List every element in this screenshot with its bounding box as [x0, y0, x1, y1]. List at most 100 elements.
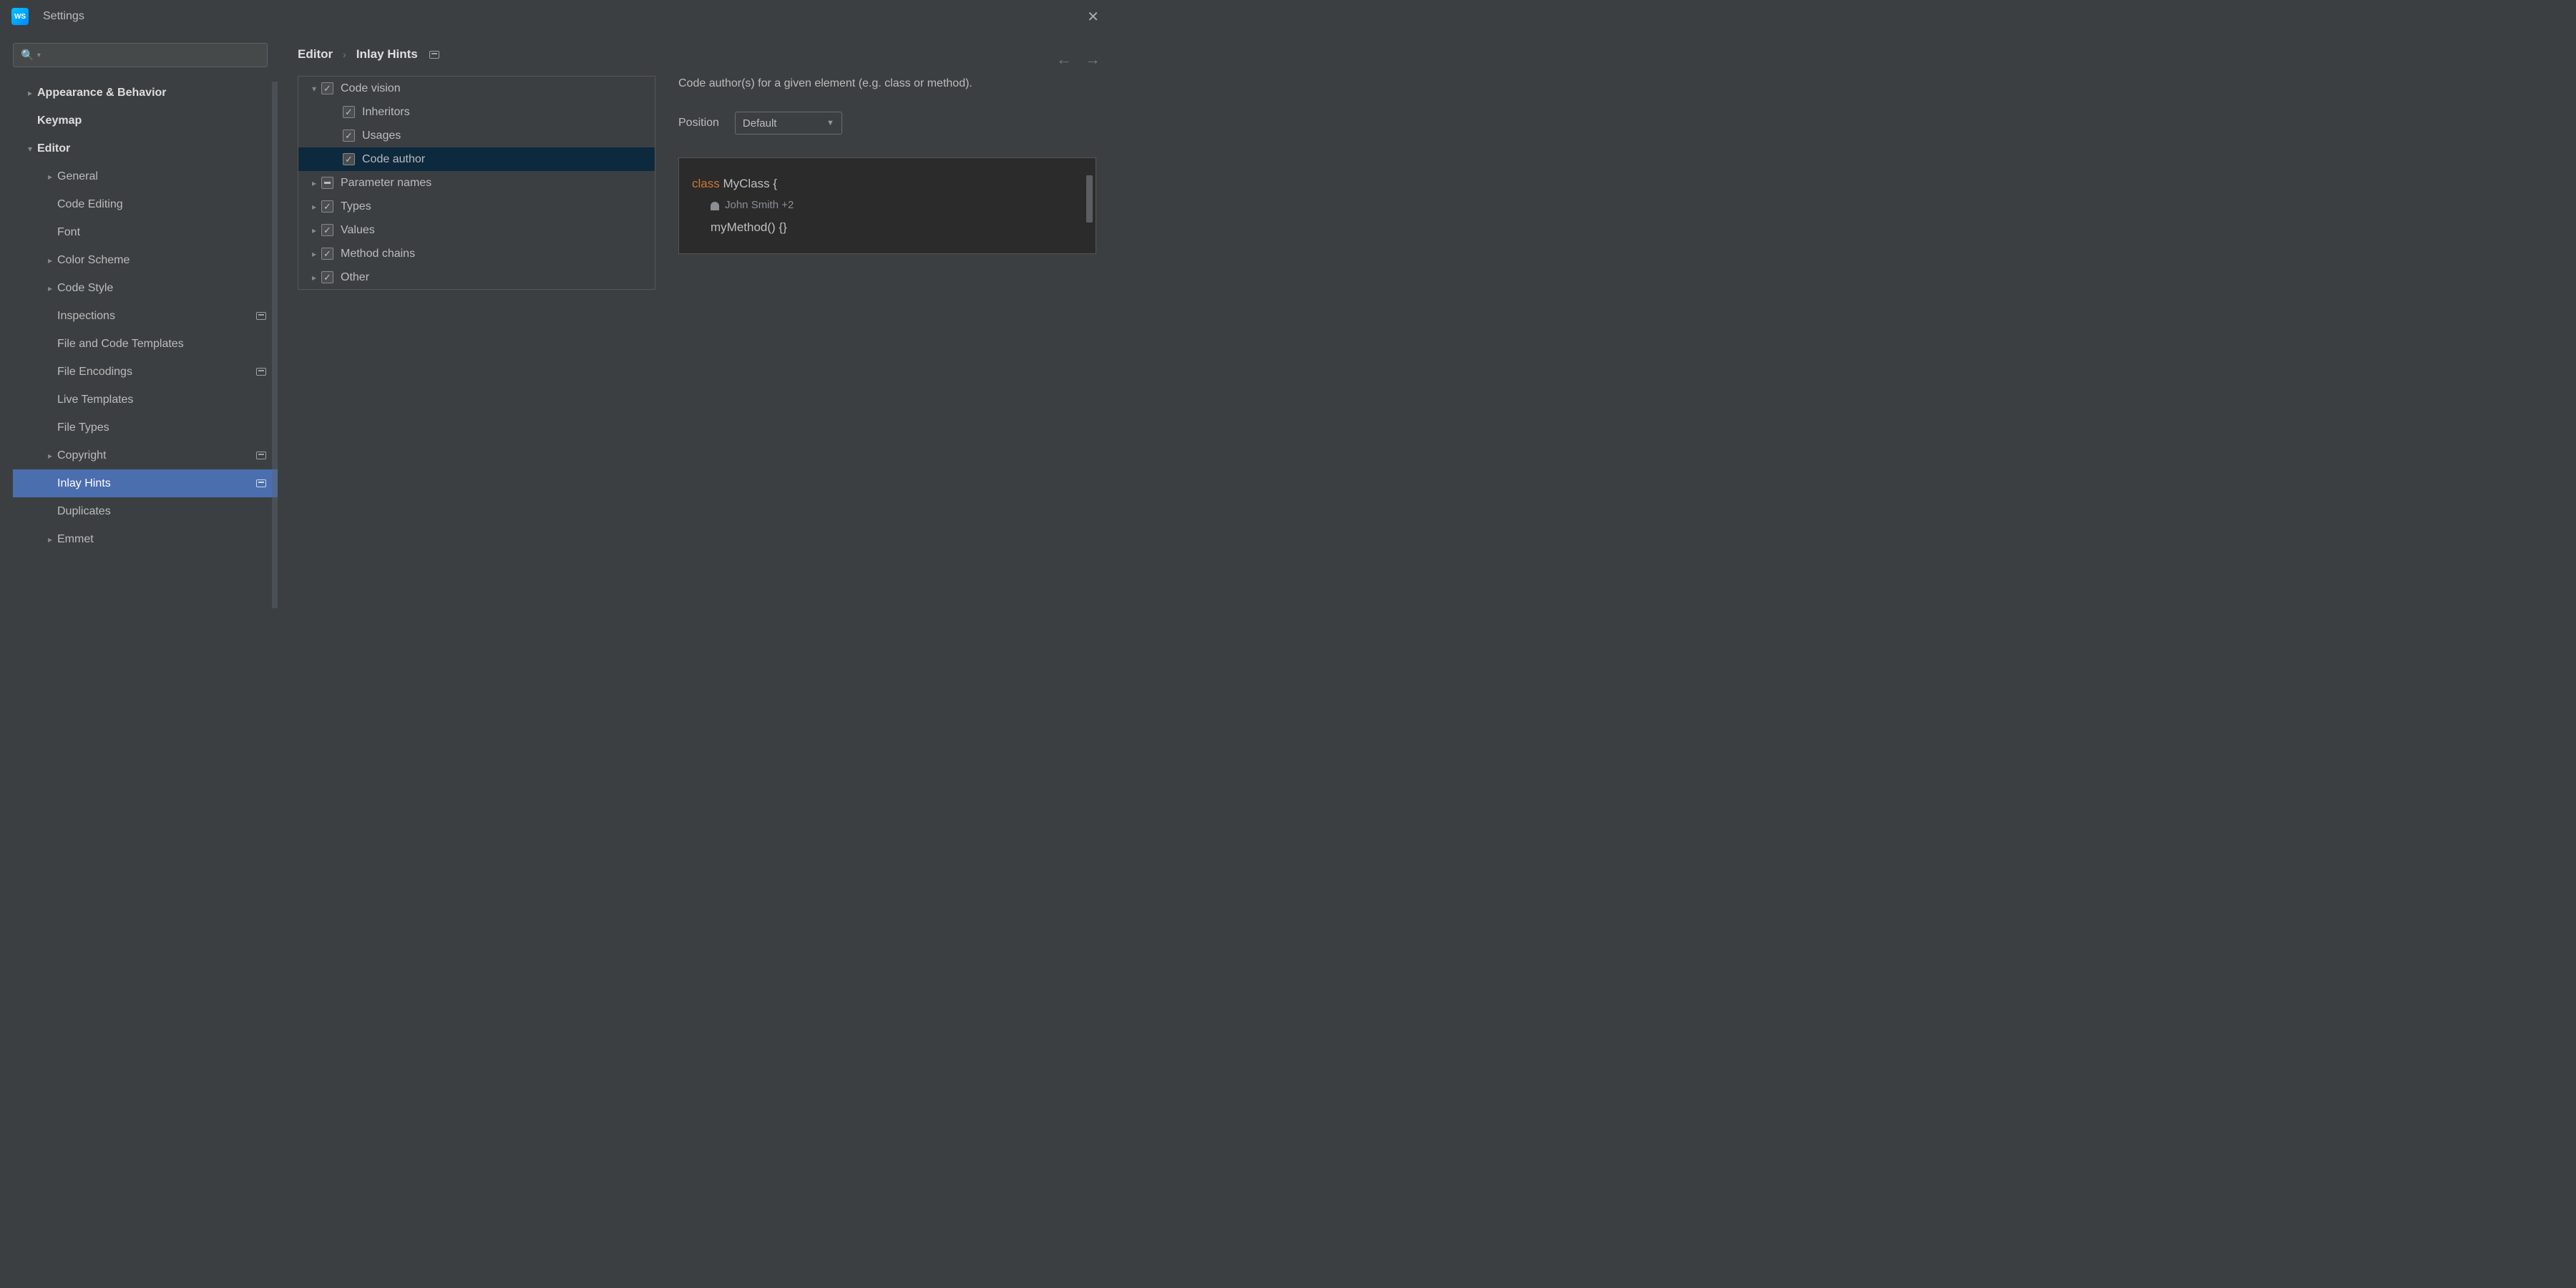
tree-row-label: Inheritors [362, 106, 410, 119]
sidebar-item[interactable]: File Encodings [13, 358, 278, 386]
forward-icon[interactable]: → [1085, 50, 1101, 69]
chevron-right-icon: ▸ [307, 273, 321, 283]
sidebar-item-label: General [57, 170, 266, 183]
sidebar-item-label: Emmet [57, 533, 266, 546]
sidebar-item[interactable]: ▸Copyright [13, 441, 278, 469]
sidebar-item-label: Appearance & Behavior [37, 87, 266, 99]
sidebar-item-label: Copyright [57, 449, 256, 462]
checkbox[interactable] [343, 106, 355, 118]
chevron-right-icon: ▸ [307, 225, 321, 235]
tree-row[interactable]: ▸ Method chains [298, 242, 655, 265]
sidebar-item[interactable]: Keymap [13, 107, 278, 135]
tree-row[interactable]: ▸ Values [298, 218, 655, 242]
tree-row-label: Parameter names [341, 177, 431, 190]
checkbox[interactable] [343, 130, 355, 142]
tree-row-label: Types [341, 200, 371, 213]
tree-row-label: Method chains [341, 248, 415, 260]
chevron-right-icon: ▸ [307, 249, 321, 259]
tree-row-label: Other [341, 271, 369, 284]
breadcrumb-part-editor[interactable]: Editor [298, 47, 333, 62]
window-title: Settings [43, 10, 84, 23]
sidebar-item[interactable]: Font [13, 218, 278, 246]
scheme-badge-icon [429, 51, 439, 59]
sidebar-item-label: Inspections [57, 310, 256, 323]
chevron-right-icon: ▸ [307, 178, 321, 188]
chevron-down-icon: ▼ [826, 119, 834, 127]
sidebar-item-label: Editor [37, 142, 266, 155]
sidebar-item[interactable]: Duplicates [13, 497, 278, 525]
hints-tree: ▾Code visionInheritorsUsagesCode author▸… [298, 76, 655, 290]
search-input[interactable]: 🔍 ▾ [13, 43, 268, 67]
checkbox[interactable] [321, 200, 333, 213]
code-keyword: class [692, 177, 720, 190]
sidebar-item[interactable]: Inspections [13, 302, 278, 330]
back-icon[interactable]: ← [1056, 50, 1072, 69]
sidebar-item-label: Duplicates [57, 505, 266, 518]
sidebar-item[interactable]: File Types [13, 414, 278, 441]
position-value: Default [743, 117, 777, 130]
tree-row[interactable]: Inheritors [298, 100, 655, 124]
checkbox[interactable] [343, 153, 355, 165]
sidebar-item[interactable]: ▸General [13, 162, 278, 190]
tree-row-label: Values [341, 224, 375, 237]
hint-detail: Code author(s) for a given element (e.g.… [678, 76, 1096, 290]
person-icon [711, 202, 719, 210]
scheme-badge-icon [256, 368, 266, 376]
tree-row-label: Code vision [341, 82, 401, 95]
chevron-right-icon: ▸ [43, 255, 57, 265]
scheme-badge-icon [256, 479, 266, 487]
sidebar-item[interactable]: File and Code Templates [13, 330, 278, 358]
sidebar-item-label: File Types [57, 421, 266, 434]
chevron-right-icon: ▸ [307, 202, 321, 212]
tree-row[interactable]: Code author [298, 147, 655, 171]
sidebar-item[interactable]: ▸Appearance & Behavior [13, 79, 278, 107]
tree-row[interactable]: ▸ Parameter names [298, 171, 655, 195]
tree-row[interactable]: ▸ Other [298, 265, 655, 289]
chevron-right-icon: ▸ [43, 451, 57, 461]
sidebar-item[interactable]: Code Editing [13, 190, 278, 218]
search-icon: 🔍 [21, 49, 34, 62]
checkbox[interactable] [321, 271, 333, 283]
settings-sidebar: 🔍 ▾ ▸Appearance & BehaviorKeymap▾Editor▸… [0, 33, 278, 560]
chevron-right-icon: › [343, 49, 346, 60]
chevron-down-icon: ▾ [307, 84, 321, 94]
close-icon[interactable]: ✕ [1081, 5, 1105, 29]
sidebar-item-label: Code Editing [57, 198, 266, 211]
app-icon: WS [11, 8, 29, 25]
sidebar-item[interactable]: ▾Editor [13, 135, 278, 162]
code-classname: MyClass [723, 177, 769, 190]
sidebar-item-label: Keymap [37, 114, 266, 127]
scheme-badge-icon [256, 312, 266, 320]
checkbox[interactable] [321, 82, 333, 94]
checkbox[interactable] [321, 248, 333, 260]
chevron-right-icon: ▸ [43, 535, 57, 545]
tree-row[interactable]: ▾ Code vision [298, 77, 655, 100]
chevron-down-icon: ▾ [23, 144, 37, 154]
hint-description: Code author(s) for a given element (e.g.… [678, 77, 1096, 90]
checkbox[interactable] [321, 224, 333, 236]
sidebar-item-label: Live Templates [57, 394, 266, 406]
sidebar-item-label: File Encodings [57, 366, 256, 379]
chevron-right-icon: ▸ [43, 172, 57, 182]
sidebar-item[interactable]: Live Templates [13, 386, 278, 414]
tree-row[interactable]: ▸ Types [298, 195, 655, 218]
settings-main: Editor › Inlay Hints ← → ▾Code visionInh… [278, 33, 1116, 560]
code-method: myMethod() {} [692, 216, 1083, 239]
scrollbar[interactable] [272, 82, 278, 608]
sidebar-item[interactable]: ▸Emmet [13, 525, 278, 553]
scrollbar[interactable] [1086, 175, 1093, 223]
checkbox[interactable] [321, 177, 333, 189]
sidebar-item[interactable]: ▸Code Style [13, 274, 278, 302]
tree-row-label: Usages [362, 130, 401, 142]
chevron-down-icon: ▾ [37, 52, 41, 59]
sidebar-item-label: Color Scheme [57, 254, 266, 267]
tree-row[interactable]: Usages [298, 124, 655, 147]
code-author-hint: John Smith +2 [725, 195, 794, 216]
sidebar-item[interactable]: ▸Color Scheme [13, 246, 278, 274]
position-label: Position [678, 117, 719, 130]
sidebar-item-label: Code Style [57, 282, 266, 295]
position-select[interactable]: Default ▼ [735, 112, 842, 135]
sidebar-item[interactable]: Inlay Hints [13, 469, 278, 497]
code-brace: { [773, 177, 777, 190]
chevron-right-icon: ▸ [23, 88, 37, 98]
